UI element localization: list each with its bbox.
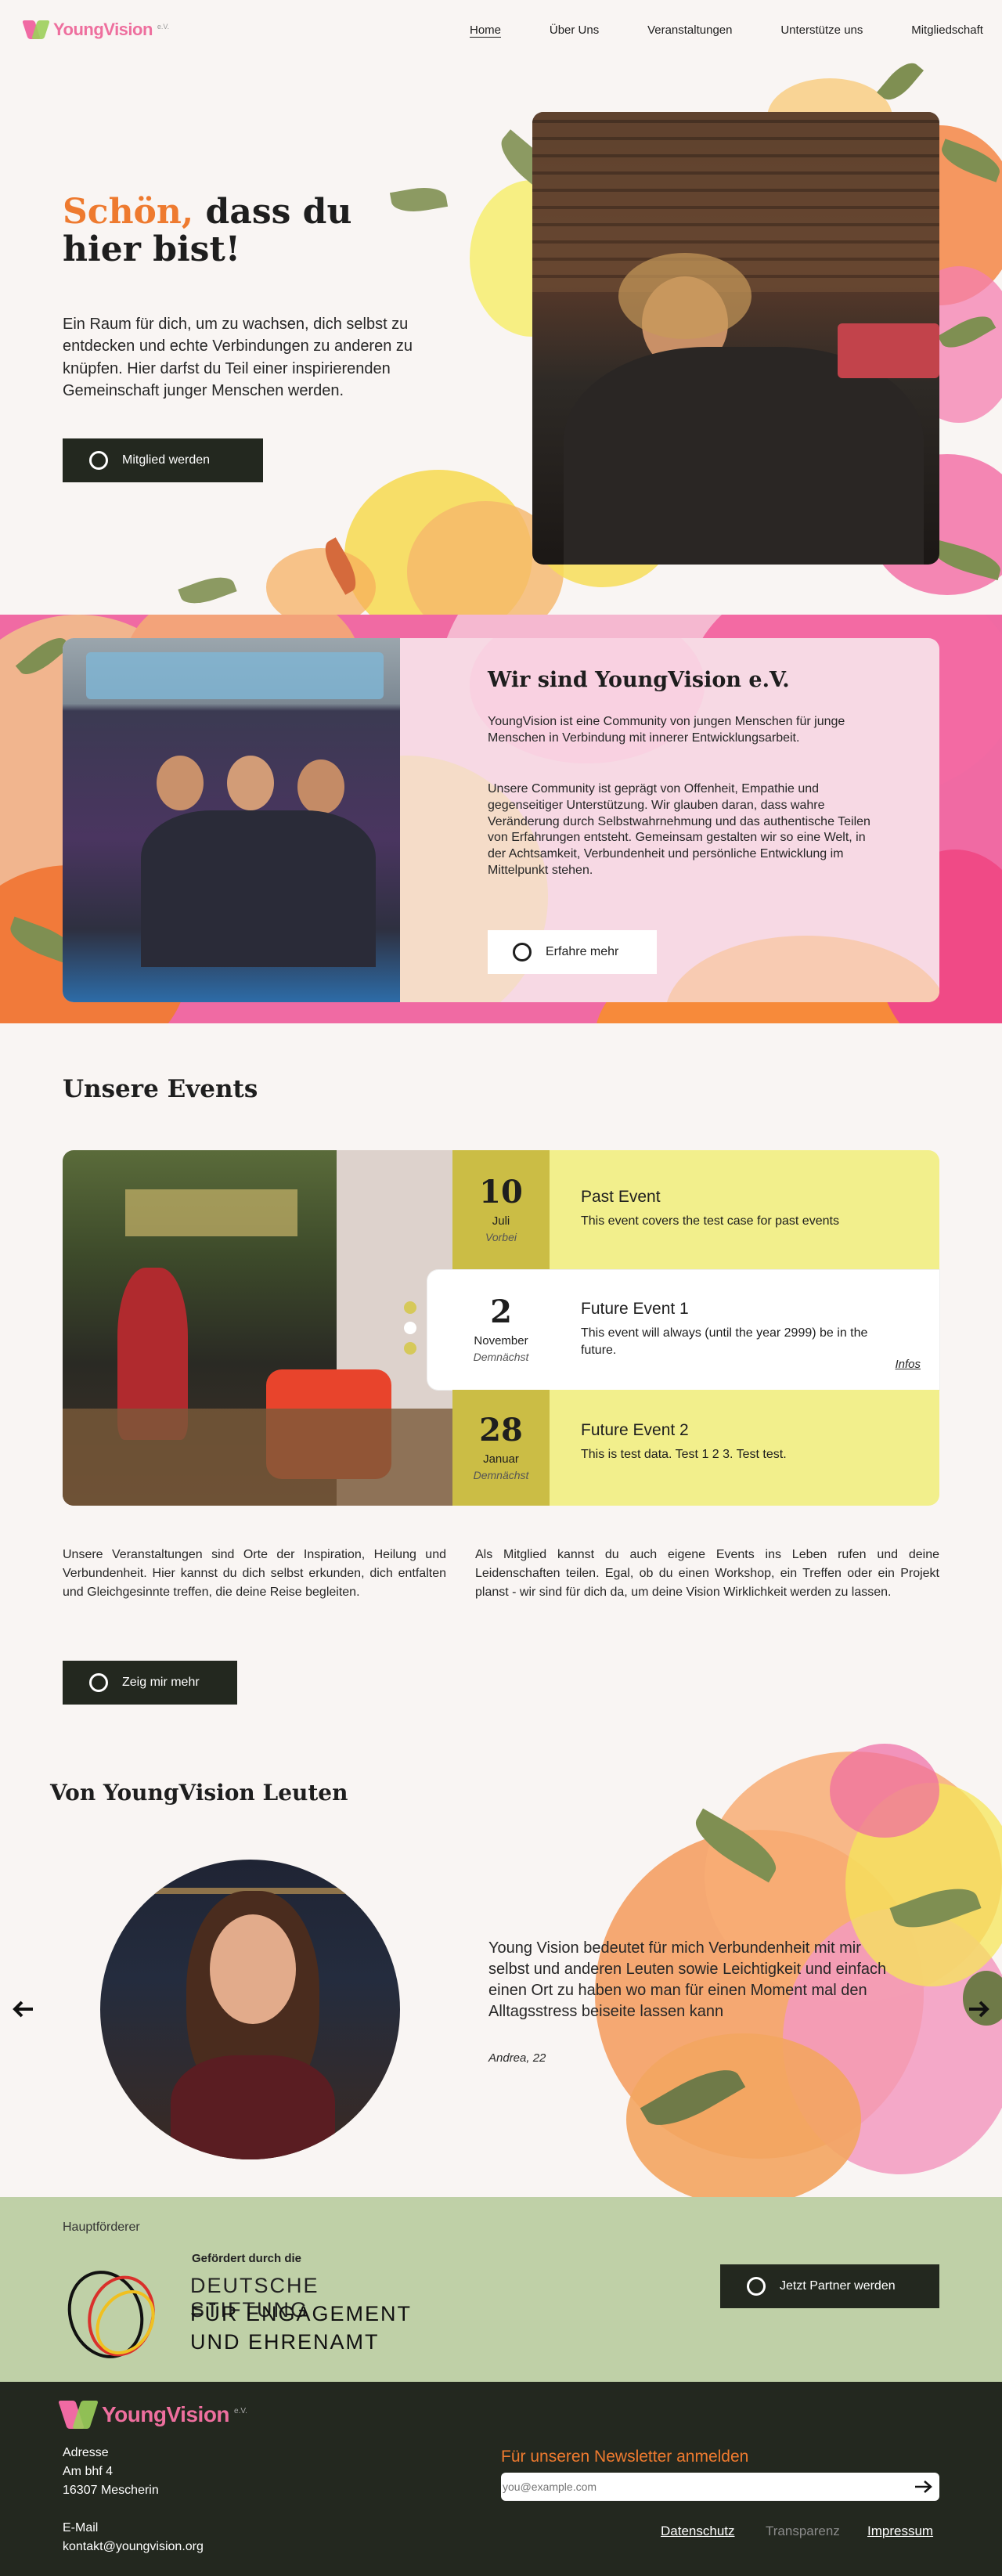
event-description: This event will always (until the year 2…	[581, 1326, 868, 1357]
testimonial-avatar	[100, 1860, 400, 2159]
event-status: Demnächst	[473, 1351, 529, 1363]
event-month: Juli	[492, 1214, 510, 1228]
event-row-past[interactable]: 10 Juli Vorbei Past Event This event cov…	[452, 1150, 939, 1270]
imprint-link[interactable]: Impressum	[867, 2524, 933, 2539]
about-paragraph-2: Unsere Community ist geprägt von Offenhe…	[488, 782, 870, 877]
event-status: Demnächst	[473, 1468, 529, 1481]
event-info: Past Event This event covers the test ca…	[550, 1150, 870, 1270]
event-info: Future Event 1 This event will always (u…	[575, 1270, 935, 1390]
nav-home[interactable]: Home	[470, 23, 502, 38]
testimonials-section: Von YoungVision Leuten Young Vision bede…	[0, 1736, 1002, 2197]
event-day: 2	[490, 1293, 512, 1330]
about-paragraph-1: YoungVision ist eine Community von junge…	[488, 715, 845, 745]
main-nav: Home Über Uns Veranstaltungen Unterstütz…	[470, 23, 983, 38]
learn-more-label: Erfahre mehr	[546, 945, 619, 958]
testimonial-quote: Young Vision bedeutet für mich Verbunden…	[488, 1939, 887, 2020]
site-header: YoungVision e.V. Home Über Uns Veranstal…	[0, 0, 1002, 63]
event-info: Future Event 2 This is test data. Test 1…	[550, 1390, 818, 1506]
newsletter-form	[501, 2473, 939, 2501]
testimonials-title: Von YoungVision Leuten	[50, 1780, 348, 1806]
event-status: Vorbei	[485, 1231, 517, 1243]
learn-more-button[interactable]: Erfahre mehr	[488, 930, 657, 974]
event-description: This is test data. Test 1 2 3. Test test…	[581, 1448, 787, 1461]
show-more-button[interactable]: Zeig mir mehr	[63, 1661, 237, 1705]
address-line-2: 16307 Mescherin	[63, 2484, 159, 2497]
logo-suffix: e.V.	[157, 23, 170, 31]
email-label: E-Mail	[63, 2521, 99, 2535]
slider-dot[interactable]	[404, 1342, 416, 1355]
sponsor-name-line2: FÜR ENGAGEMENT	[190, 2302, 413, 2325]
hero-title: Schön, dass du hier bist!	[63, 193, 423, 269]
sponsor-section: Hauptförderer Gefördert durch die DEUTSC…	[0, 2197, 1002, 2382]
hero-section: Schön, dass du hier bist! Ein Raum für d…	[0, 63, 1002, 615]
slider-dot[interactable]	[404, 1301, 416, 1314]
event-month: Januar	[483, 1452, 519, 1466]
event-day: 28	[479, 1411, 523, 1449]
event-date: 10 Juli Vorbei	[452, 1150, 550, 1270]
event-description: This event covers the test case for past…	[581, 1214, 839, 1228]
events-text-right: Als Mitglied kannst du auch eigene Event…	[475, 1548, 939, 1599]
become-partner-label: Jetzt Partner werden	[780, 2279, 896, 2293]
circle-icon	[89, 451, 108, 470]
become-partner-button[interactable]: Jetzt Partner werden	[720, 2264, 939, 2308]
hero-text: Ein Raum für dich, um zu wachsen, dich s…	[63, 316, 413, 400]
event-month: November	[474, 1334, 528, 1348]
event-title: Past Event	[581, 1188, 661, 1206]
circle-icon	[89, 1673, 108, 1692]
sponsor-label: Hauptförderer	[63, 2221, 140, 2234]
about-section: Wir sind YoungVision e.V. YoungVision is…	[0, 615, 1002, 1023]
nav-ueber-uns[interactable]: Über Uns	[550, 23, 599, 38]
transparency-link[interactable]: Transparenz	[766, 2524, 840, 2539]
newsletter-email-input[interactable]	[501, 2480, 908, 2493]
submit-arrow-icon[interactable]	[908, 2479, 939, 2495]
footer-logo[interactable]: YoungVision e.V.	[58, 2399, 247, 2430]
logo-mark-icon	[58, 2399, 99, 2430]
event-date: 2 November Demnächst	[427, 1270, 575, 1390]
sponsor-logo-icon	[63, 2260, 172, 2361]
sponsor-name-line3: UND EHRENAMT	[190, 2330, 380, 2354]
show-more-label: Zeig mir mehr	[122, 1676, 200, 1689]
email-link[interactable]: kontakt@youngvision.org	[63, 2540, 204, 2554]
nav-unterstuetze-uns[interactable]: Unterstütze uns	[780, 23, 863, 38]
newsletter-title: Für unseren Newsletter anmelden	[501, 2448, 749, 2466]
address-line-1: Am bhf 4	[63, 2465, 114, 2478]
hero-title-accent: Schön,	[63, 192, 194, 232]
about-photo	[63, 638, 400, 1002]
event-info-link[interactable]: Infos	[895, 1358, 921, 1371]
circle-icon	[513, 943, 532, 961]
site-footer: YoungVision e.V. Adresse Am bhf 4 16307 …	[0, 2382, 1002, 2576]
sponsor-logo[interactable]: Gefördert durch die DEUTSCHE STIFTUNG FÜ…	[63, 2252, 423, 2361]
become-member-button[interactable]: Mitglied werden	[63, 438, 263, 482]
hero-photo	[532, 112, 939, 565]
nav-mitgliedschaft[interactable]: Mitgliedschaft	[911, 23, 983, 38]
arrow-left-icon[interactable]	[9, 1995, 38, 2023]
nav-veranstaltungen[interactable]: Veranstaltungen	[647, 23, 732, 38]
about-title: Wir sind YoungVision e.V.	[488, 668, 790, 692]
sponsor-supported-by: Gefördert durch die	[192, 2252, 302, 2265]
event-date: 28 Januar Demnächst	[452, 1390, 550, 1506]
event-row-future-1[interactable]: 2 November Demnächst Future Event 1 This…	[404, 1270, 939, 1390]
events-title: Unsere Events	[63, 1075, 258, 1103]
arrow-right-icon[interactable]	[964, 1995, 993, 2023]
event-title: Future Event 1	[581, 1300, 689, 1318]
become-member-label: Mitglied werden	[122, 453, 211, 467]
footer-logo-suffix: e.V.	[234, 2406, 247, 2415]
slider-dots	[404, 1301, 416, 1355]
events-section: Unsere Events 10 Juli Vorbei Past Event …	[0, 1023, 1002, 1736]
logo[interactable]: YoungVision e.V.	[22, 19, 170, 41]
testimonial-author: Andrea, 22	[488, 2051, 546, 2065]
logo-mark-icon	[22, 19, 50, 41]
logo-text: YoungVision	[53, 20, 153, 39]
privacy-link[interactable]: Datenschutz	[661, 2524, 735, 2539]
event-day: 10	[479, 1174, 523, 1210]
events-text-left: Unsere Veranstaltungen sind Orte der Ins…	[63, 1548, 446, 1599]
slider-dot-active[interactable]	[404, 1322, 416, 1334]
event-row-future-2[interactable]: 28 Januar Demnächst Future Event 2 This …	[452, 1390, 939, 1506]
footer-logo-text: YoungVision	[102, 2402, 230, 2426]
address-label: Adresse	[63, 2446, 109, 2459]
event-title: Future Event 2	[581, 1421, 689, 1439]
circle-icon	[747, 2277, 766, 2296]
